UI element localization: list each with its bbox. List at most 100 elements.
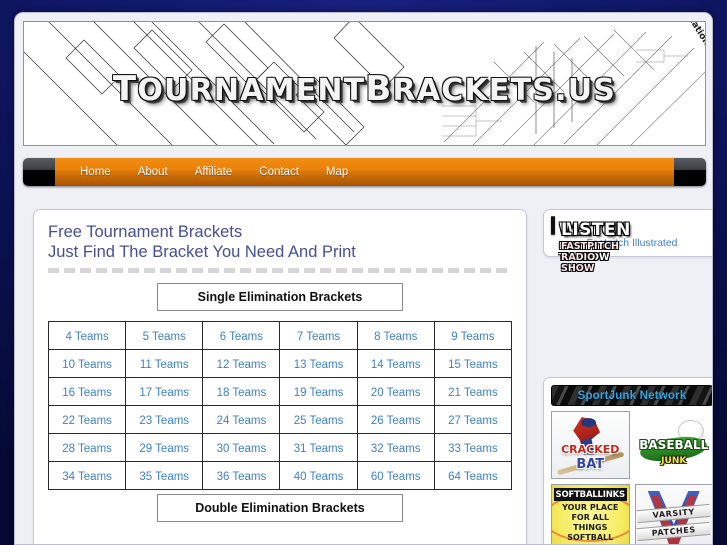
team-count-link[interactable]: 28 Teams — [62, 443, 112, 455]
team-count-link[interactable]: 21 Teams — [448, 387, 498, 399]
team-count-link[interactable]: 6 Teams — [220, 331, 263, 343]
team-count-link[interactable]: 7 Teams — [297, 331, 340, 343]
team-count-link[interactable]: 16 Teams — [62, 387, 112, 399]
softball-links-tagline-line: FOR ALL — [571, 513, 610, 522]
team-count-link[interactable]: 27 Teams — [448, 415, 498, 427]
team-count-link[interactable]: 18 Teams — [217, 387, 267, 399]
team-count-link[interactable]: 30 Teams — [217, 443, 267, 455]
team-count-link[interactable]: 15 Teams — [448, 359, 498, 371]
team-count-link[interactable]: 33 Teams — [448, 443, 498, 455]
nav-item-contact[interactable]: Contact — [254, 164, 304, 180]
team-count-link[interactable]: 29 Teams — [139, 443, 189, 455]
table-cell: 12 Teams — [202, 349, 281, 378]
table-cell: 25 Teams — [279, 405, 358, 434]
table-cell: 36 Teams — [202, 461, 281, 490]
ad-tile-varsity-patches[interactable]: VARSITY PATCHES — [634, 484, 712, 544]
cracked-bat-word1: CRACKED — [561, 443, 620, 456]
main-content-panel: Free Tournament Brackets Just Find The B… — [33, 209, 527, 544]
team-count-link[interactable]: 60 Teams — [371, 471, 421, 483]
table-cell: 16 Teams — [47, 377, 127, 406]
table-cell: 30 Teams — [202, 433, 281, 462]
fastpitch-ad-panel: WATCH FASTPITCH TV SHOW LISTEN FASTPITCH… — [543, 209, 712, 274]
table-row: 28 Teams 29 Teams 30 Teams 31 Teams 32 Teams… — [47, 433, 513, 462]
team-count-link[interactable]: 19 Teams — [294, 387, 344, 399]
table-cell: 14 Teams — [356, 349, 435, 378]
ad-tile-softball-links[interactable]: SOFTBALLINKS YOUR PLACE FOR ALL THINGS SOFT… — [551, 484, 630, 544]
table-cell: 17 Teams — [125, 377, 204, 406]
table-row: 4 Teams 5 Teams 6 Teams 7 Teams 8 Teams 9 Tea… — [47, 321, 513, 350]
table-cell: 60 Teams — [356, 461, 435, 490]
softball-links-word1: SOFTBALLINKS — [555, 489, 626, 500]
team-count-link[interactable]: 22 Teams — [62, 415, 112, 427]
ad-tile-baseball-junk[interactable]: BASEBALL JUNK — [634, 411, 712, 479]
single-elimination-button[interactable]: Single Elimination Brackets — [157, 283, 403, 311]
sportjunk-ad-grid: CRACKED BAT BASEBALL JUNK SOFTBALLINKS Y… — [551, 411, 712, 544]
table-cell: 5 Teams — [125, 321, 204, 350]
page-title-line1: Free Tournament Brackets — [48, 223, 243, 241]
table-cell: 8 Teams — [356, 321, 435, 350]
team-count-link[interactable]: 14 Teams — [371, 359, 421, 371]
table-cell: 21 Teams — [433, 377, 513, 406]
varsity-patches-word2: PATCHES — [651, 525, 697, 538]
table-cell: 27 Teams — [433, 405, 513, 434]
team-count-link[interactable]: 23 Teams — [139, 415, 189, 427]
softballinks-banner: SOFTBALLINKS — [554, 488, 627, 501]
table-cell: 20 Teams — [356, 377, 435, 406]
double-elimination-button[interactable]: Double Elimination Brackets — [157, 494, 403, 522]
team-count-link[interactable]: 20 Teams — [371, 387, 421, 399]
table-cell: 33 Teams — [433, 433, 513, 462]
sportjunk-network-title-bar: SportJunk Network — [551, 385, 712, 406]
team-count-link[interactable]: 36 Teams — [217, 471, 267, 483]
team-count-link[interactable]: 25 Teams — [294, 415, 344, 427]
team-count-link[interactable]: 32 Teams — [371, 443, 421, 455]
table-cell: 9 Teams — [433, 321, 513, 350]
team-count-link[interactable]: 26 Teams — [371, 415, 421, 427]
table-cell: 64 Teams — [433, 461, 513, 490]
team-count-link[interactable]: 40 Teams — [294, 471, 344, 483]
nav-item-map[interactable]: Map — [321, 164, 353, 180]
team-count-link[interactable]: 8 Teams — [374, 331, 417, 343]
team-count-link[interactable]: 35 Teams — [139, 471, 189, 483]
varsity-ribbon-top: VARSITY — [636, 503, 711, 524]
team-count-link[interactable]: 31 Teams — [294, 443, 344, 455]
table-cell: 19 Teams — [279, 377, 358, 406]
site-masthead: 24 Team Single Elimination TOURNAMENTBRA… — [23, 21, 706, 146]
team-count-link[interactable]: 9 Teams — [451, 331, 494, 343]
team-count-link[interactable]: 12 Teams — [217, 359, 267, 371]
team-count-link[interactable]: 13 Teams — [294, 359, 344, 371]
team-count-link[interactable]: 64 Teams — [448, 471, 498, 483]
table-cell: 23 Teams — [125, 405, 204, 434]
table-row: 10 Teams 11 Teams 12 Teams 13 Teams 14 Teams… — [47, 349, 513, 378]
page-title-line2: Just Find The Bracket You Need And Print — [48, 243, 356, 261]
table-row: 16 Teams 17 Teams 18 Teams 19 Teams 20 Teams… — [47, 377, 513, 406]
table-cell: 7 Teams — [279, 321, 358, 350]
team-count-link[interactable]: 11 Teams — [140, 359, 189, 371]
nav-item-about[interactable]: About — [133, 164, 173, 180]
team-count-link[interactable]: 24 Teams — [217, 415, 267, 427]
table-cell: 13 Teams — [279, 349, 358, 378]
team-count-link[interactable]: 10 Teams — [62, 359, 112, 371]
table-cell: 29 Teams — [125, 433, 204, 462]
table-cell: 32 Teams — [356, 433, 435, 462]
sportjunk-network-title: SportJunk Network — [577, 389, 687, 402]
table-cell: 15 Teams — [433, 349, 513, 378]
table-row: 22 Teams 23 Teams 24 Teams 25 Teams 26 Teams… — [47, 405, 513, 434]
softball-links-tagline: YOUR PLACE FOR ALL THINGS SOFTBALL — [552, 503, 629, 543]
baseball-junk-word1: BASEBALL — [639, 438, 709, 452]
team-count-link[interactable]: 4 Teams — [65, 331, 108, 343]
softball-links-tagline-line: THINGS — [573, 523, 608, 532]
site-title: TOURNAMENTBRACKETS.US — [112, 69, 617, 109]
table-row: 34 Teams 35 Teams 36 Teams 40 Teams 60 Teams… — [47, 461, 513, 490]
nav-item-affiliate[interactable]: Affiliate — [190, 164, 238, 180]
team-count-link[interactable]: 17 Teams — [139, 387, 189, 399]
ad-tile-cracked-bat[interactable]: CRACKED BAT — [551, 411, 630, 479]
nav-item-home[interactable]: Home — [75, 164, 116, 180]
table-cell: 35 Teams — [125, 461, 204, 490]
ad-listen-fastpitch-radio[interactable]: LISTEN FASTPITCH RADIO SHOW — [553, 216, 630, 274]
baseball-junk-word2: JUNK — [661, 456, 687, 466]
softball-links-tagline-line: SOFTBALL — [567, 533, 614, 542]
team-count-link[interactable]: 34 Teams — [62, 471, 112, 483]
team-count-link[interactable]: 5 Teams — [143, 331, 186, 343]
table-cell: 40 Teams — [279, 461, 358, 490]
table-cell: 28 Teams — [47, 433, 127, 462]
